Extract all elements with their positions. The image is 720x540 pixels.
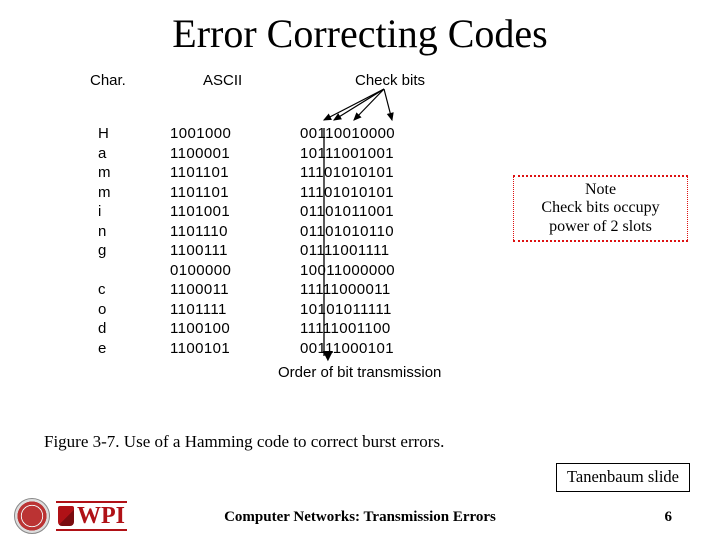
- table-row: H100100000110010000: [80, 125, 460, 145]
- cell-ascii: 0100000: [170, 262, 300, 279]
- cell-char: g: [80, 242, 170, 259]
- table-row: 010000010011000000: [80, 262, 460, 282]
- cell-char: o: [80, 301, 170, 318]
- cell-char: m: [80, 164, 170, 181]
- data-table: H100100000110010000a110000110111001001m1…: [80, 125, 460, 359]
- cell-ascii: 1101101: [170, 184, 300, 201]
- table-row: n110111001101010110: [80, 223, 460, 243]
- col-header-char: Char.: [90, 72, 126, 89]
- note-heading: Note: [518, 181, 683, 199]
- slide-title: Error Correcting Codes: [0, 10, 720, 57]
- table-row: o110111110101011111: [80, 301, 460, 321]
- cell-char: n: [80, 223, 170, 240]
- note-line2: power of 2 slots: [518, 218, 683, 236]
- cell-ascii: 1100011: [170, 281, 300, 298]
- credit-text: Tanenbaum slide: [567, 467, 679, 486]
- figure-caption: Figure 3-7. Use of a Hamming code to cor…: [44, 432, 444, 452]
- footer-title: Computer Networks: Transmission Errors: [0, 509, 720, 526]
- cell-char: c: [80, 281, 170, 298]
- cell-ascii: 1100101: [170, 340, 300, 357]
- table-row: i110100101101011001: [80, 203, 460, 223]
- cell-ascii: 1100001: [170, 145, 300, 162]
- credit-box: Tanenbaum slide: [556, 463, 690, 492]
- note-line1: Check bits occupy: [518, 199, 683, 217]
- slide: Error Correcting Codes Char. ASCII Check…: [0, 0, 720, 540]
- cell-char: e: [80, 340, 170, 357]
- cell-ascii: 1101101: [170, 164, 300, 181]
- cell-ascii: 1101111: [170, 301, 300, 318]
- table-row: e110010100111000101: [80, 340, 460, 360]
- table-row: d110010011111001100: [80, 320, 460, 340]
- page-number: 6: [665, 509, 673, 526]
- cell-char: m: [80, 184, 170, 201]
- table-row: c110001111111000011: [80, 281, 460, 301]
- table-row: m110110111101010101: [80, 164, 460, 184]
- check-bit-arrows-icon: [318, 86, 468, 128]
- hamming-diagram: Char. ASCII Check bits H1001000001100100…: [80, 72, 520, 104]
- cell-char: d: [80, 320, 170, 337]
- cell-char: a: [80, 145, 170, 162]
- order-arrow-icon: [315, 126, 333, 366]
- cell-ascii: 1100100: [170, 320, 300, 337]
- cell-char: i: [80, 203, 170, 220]
- cell-char: H: [80, 125, 170, 142]
- col-header-ascii: ASCII: [203, 72, 242, 89]
- cell-ascii: 1101001: [170, 203, 300, 220]
- note-callout: Note Check bits occupy power of 2 slots: [513, 175, 688, 242]
- table-row: m110110111101010101: [80, 184, 460, 204]
- cell-ascii: 1100111: [170, 242, 300, 259]
- cell-ascii: 1001000: [170, 125, 300, 142]
- cell-ascii: 1101110: [170, 223, 300, 240]
- table-row: g110011101111001111: [80, 242, 460, 262]
- table-row: a110000110111001001: [80, 145, 460, 165]
